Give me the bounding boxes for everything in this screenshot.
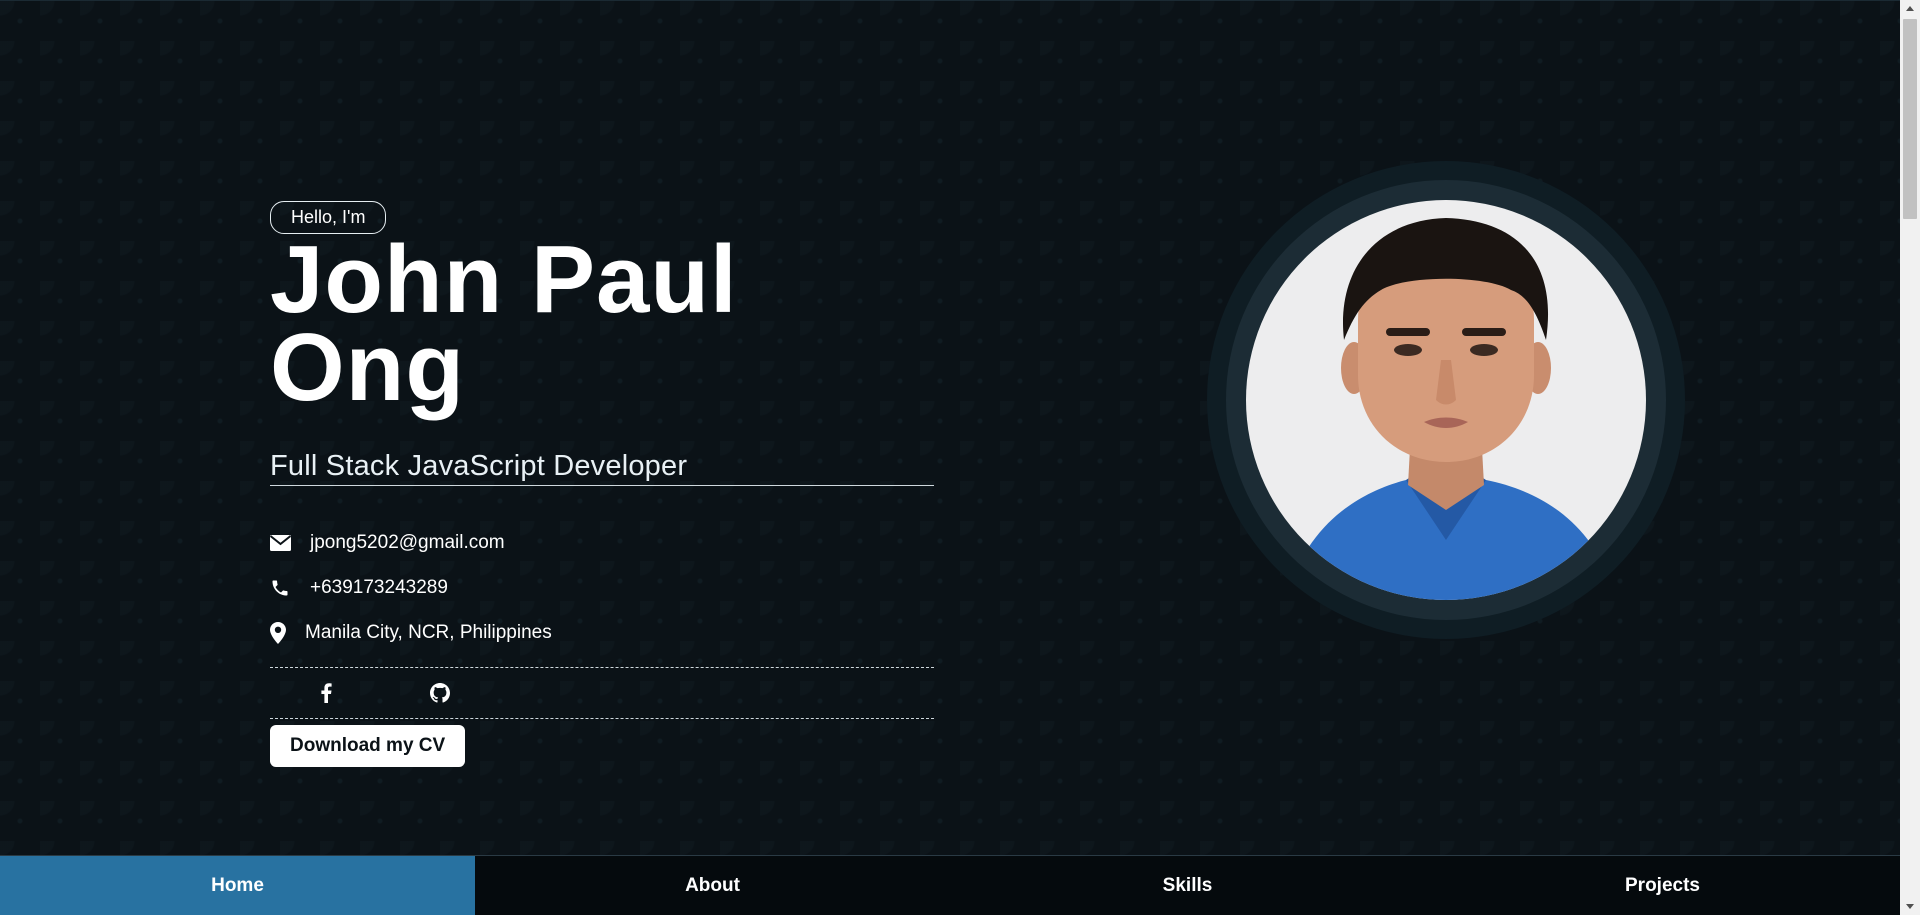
portrait-frame [1207,161,1685,639]
contact-phone: +639173243289 [270,565,934,610]
phone-icon [270,578,310,598]
nav-projects[interactable]: Projects [1425,856,1900,915]
contact-location: Manila City, NCR, Philippines [270,610,934,655]
email-text[interactable]: jpong5202@gmail.com [310,532,505,554]
nav-home[interactable]: Home [0,856,475,915]
download-cv-button[interactable]: Download my CV [270,725,466,767]
portrait-image [1246,200,1646,600]
contact-email: jpong5202@gmail.com [270,520,934,565]
phone-text[interactable]: +639173243289 [310,577,448,599]
page-scrollbar[interactable] [1900,0,1920,915]
envelope-icon [270,534,310,551]
scrollbar-thumb[interactable] [1903,19,1917,219]
scroll-down-arrow-icon[interactable] [1900,898,1920,915]
github-icon[interactable] [430,683,450,703]
bottom-nav: Home About Skills Projects [0,855,1900,915]
portrait-illustration [1246,200,1646,600]
intro-block: Hello, I'm John Paul Ong Full Stack Java… [270,201,934,767]
location-text: Manila City, NCR, Philippines [305,621,552,643]
social-links [270,667,934,719]
nav-skills[interactable]: Skills [950,856,1425,915]
job-title: Full Stack JavaScript Developer [270,450,934,486]
contact-list: jpong5202@gmail.com +639173243289 Manila… [270,520,934,655]
map-pin-icon [270,621,305,644]
portrait-ring [1226,180,1666,620]
hero-section: Hello, I'm John Paul Ong Full Stack Java… [0,0,1900,856]
facebook-icon[interactable] [320,683,332,703]
scroll-up-arrow-icon[interactable] [1900,0,1920,17]
nav-about[interactable]: About [475,856,950,915]
person-name: John Paul Ong [270,226,738,421]
